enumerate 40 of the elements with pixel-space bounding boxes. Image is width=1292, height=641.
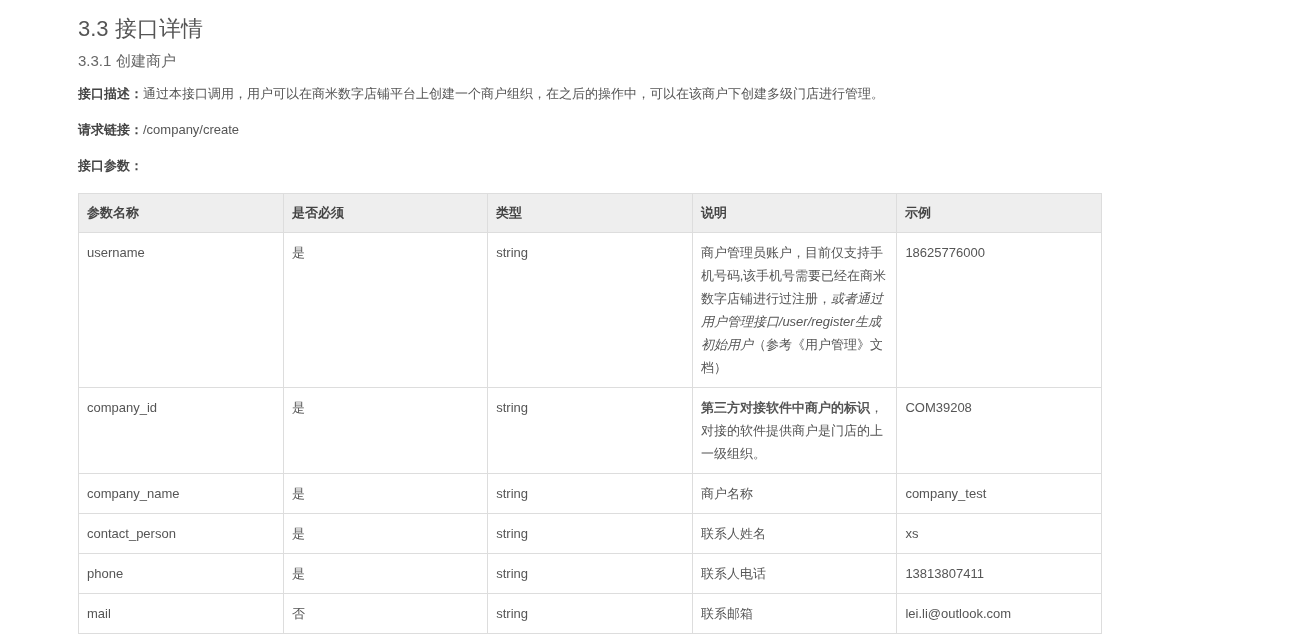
table-cell: string — [487, 593, 693, 634]
paragraph: 接口参数： — [78, 157, 144, 175]
table-cell: 是 — [283, 553, 488, 594]
table-cell: 商户名称 — [692, 473, 897, 514]
table-cell: 18625776000 — [896, 232, 1102, 388]
table-cell: username — [78, 232, 284, 388]
table-cell: 13813807411 — [896, 553, 1102, 594]
table-cell: COM39208 — [896, 387, 1102, 474]
table-cell: 联系人电话 — [692, 553, 897, 594]
table-cell: string — [487, 513, 693, 554]
table-cell: contact_person — [78, 513, 284, 554]
paragraph: 接口描述：通过本接口调用，用户可以在商米数字店铺平台上创建一个商户组织，在之后的操作中，可以在该商户下创建多级门店进行管理。 — [78, 85, 885, 103]
table-cell: mail — [78, 593, 284, 634]
table-cell: 联系人姓名 — [692, 513, 897, 554]
column-header: 说明 — [692, 193, 897, 233]
section-title: 3.3 接口详情 — [78, 15, 204, 43]
table-cell: string — [487, 473, 693, 514]
table-cell: string — [487, 553, 693, 594]
column-header: 类型 — [487, 193, 693, 233]
table-cell: 是 — [283, 232, 488, 388]
table-cell: company_id — [78, 387, 284, 474]
subsection-title: 3.3.1 创建商户 — [78, 52, 177, 71]
column-header: 参数名称 — [78, 193, 284, 233]
table-cell: 第三方对接软件中商户的标识，对接的软件提供商户是门店的上一级组织。 — [692, 387, 897, 474]
paragraph: 请求链接：/company/create — [78, 121, 241, 139]
table-cell: string — [487, 232, 693, 388]
table-cell: 否 — [283, 593, 488, 634]
column-header: 示例 — [896, 193, 1102, 233]
table-cell: 联系邮箱 — [692, 593, 897, 634]
table-cell: 是 — [283, 387, 488, 474]
table-cell: company_test — [896, 473, 1102, 514]
column-header: 是否必须 — [283, 193, 488, 233]
table-cell: 商户管理员账户，目前仅支持手机号码,该手机号需要已经在商米数字店铺进行过注册，或者通过用户管理接口/user/register生成初始用户（参考《用户管理》文档） — [692, 232, 897, 388]
table-cell: phone — [78, 553, 284, 594]
table-cell: lei.li@outlook.com — [896, 593, 1102, 634]
table-cell: 是 — [283, 513, 488, 554]
table-cell: string — [487, 387, 693, 474]
table-cell: 是 — [283, 473, 488, 514]
table-cell: xs — [896, 513, 1102, 554]
table-cell: company_name — [78, 473, 284, 514]
